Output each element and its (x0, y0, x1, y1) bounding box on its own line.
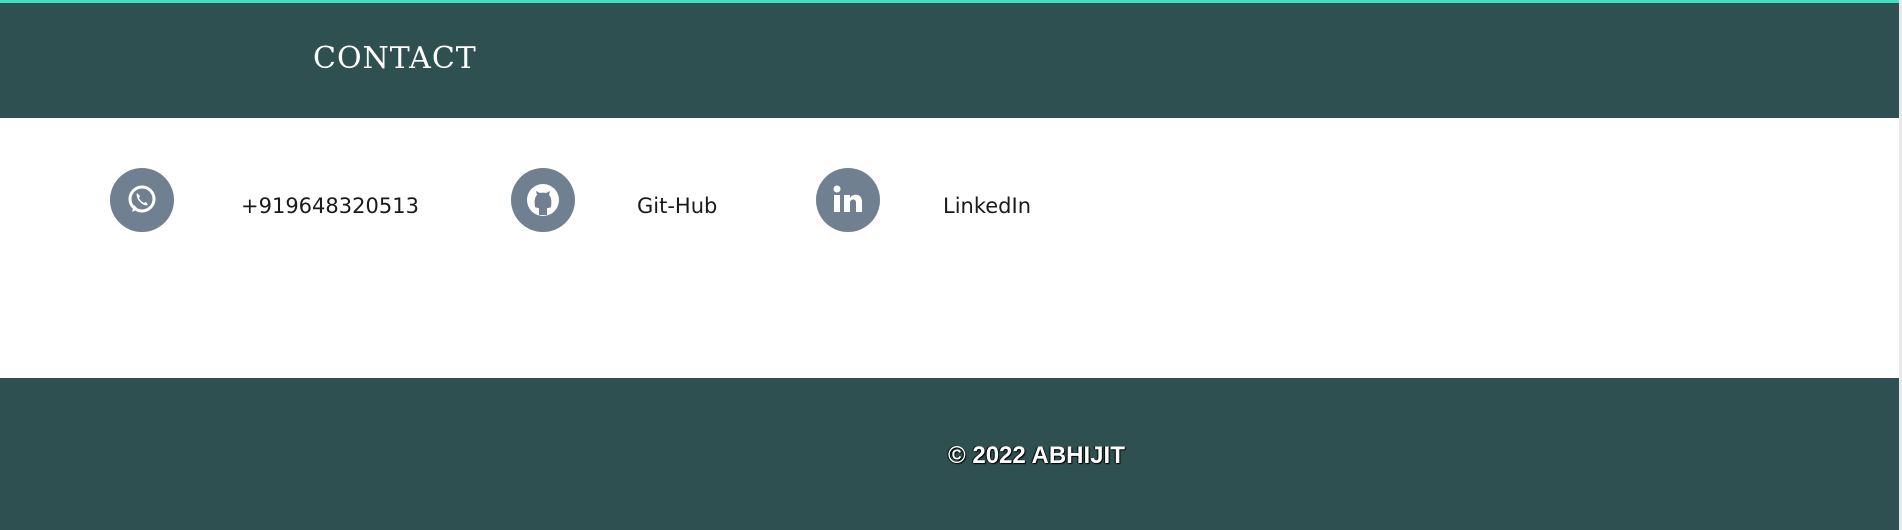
phone-link[interactable]: +919648320513 (241, 194, 419, 218)
github-link[interactable]: Git-Hub (637, 194, 717, 218)
github-icon[interactable] (511, 168, 575, 232)
whatsapp-icon[interactable] (110, 168, 174, 232)
contact-links: +919648320513 Git-Hub LinkedIn (0, 118, 1899, 378)
footer: © 2022 ABHIJIT (0, 378, 1899, 530)
linkedin-link[interactable]: LinkedIn (943, 194, 1031, 218)
linkedin-icon[interactable] (816, 168, 880, 232)
copyright-text: © 2022 ABHIJIT (948, 442, 1125, 469)
contact-header: CONTACT (0, 3, 1899, 118)
page-title: CONTACT (313, 41, 477, 76)
